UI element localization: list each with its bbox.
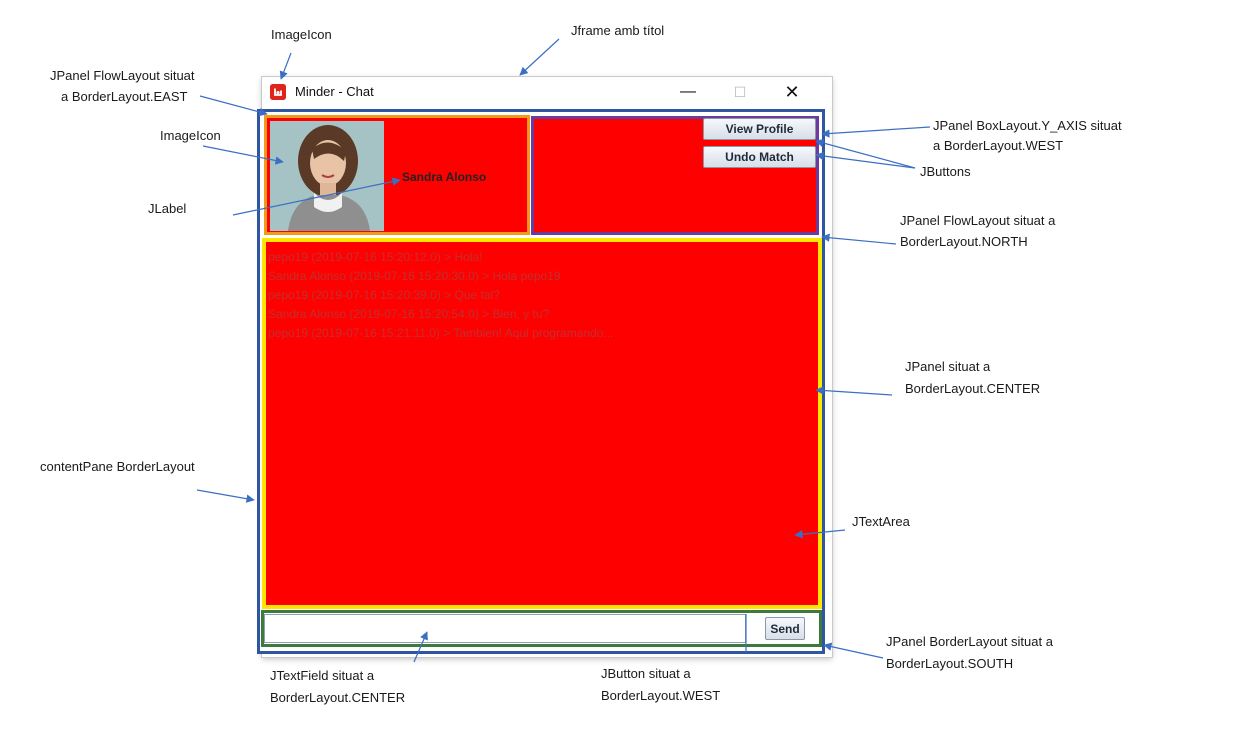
- profile-photo-avatar-icon: [270, 121, 384, 231]
- annotation-jtextarea: JTextArea: [852, 514, 910, 529]
- annotation-jlabel: JLabel: [148, 201, 187, 216]
- message-input[interactable]: [264, 614, 746, 643]
- annotation-contentpane: contentPane BorderLayout: [40, 459, 195, 474]
- annotation-imageicon-top: ImageIcon: [271, 27, 332, 42]
- annotation-imageicon-left: ImageIcon: [160, 128, 221, 143]
- view-profile-button[interactable]: View Profile: [703, 118, 816, 140]
- profile-name-label: Sandra Alonso: [402, 170, 487, 184]
- annotation-border-south-line2: BorderLayout.SOUTH: [886, 656, 1014, 671]
- annotation-box-west-line1: JPanel BoxLayout.Y_AXIS situat: [933, 118, 1122, 133]
- annotation-button-west-line2: BorderLayout.WEST: [601, 688, 721, 703]
- arrow-border-south: [823, 642, 884, 659]
- maximize-button[interactable]: ☐: [718, 77, 762, 107]
- annotation-panel-center-line1: JPanel situat a: [905, 359, 991, 374]
- arrow-flow-north: [821, 233, 897, 245]
- chat-message: Sandra Alonso (2019-07-16 15:20:30.0) > …: [268, 269, 561, 283]
- annotation-panel-center-line2: BorderLayout.CENTER: [905, 381, 1041, 396]
- close-button[interactable]: ✕: [770, 77, 814, 107]
- annotation-flow-east-line2: a BorderLayout.EAST: [61, 89, 188, 104]
- annotation-flow-north-line2: BorderLayout.NORTH: [900, 234, 1028, 249]
- window-title: Minder - Chat: [295, 84, 374, 99]
- minimize-button[interactable]: —: [666, 77, 710, 107]
- annotation-textfield-line2: BorderLayout.CENTER: [270, 690, 406, 705]
- send-button[interactable]: Send: [765, 617, 805, 640]
- chat-message: pepo19 (2019-07-16 15:20:39.0) > Que tal…: [268, 288, 500, 302]
- chat-message: pepo19 (2019-07-16 15:21:11.0) > Tambien…: [268, 326, 614, 340]
- undo-match-button[interactable]: Undo Match: [703, 146, 816, 168]
- arrow-imageicon-top: [279, 52, 292, 80]
- annotation-box-west-line2: a BorderLayout.WEST: [933, 138, 1064, 153]
- annotation-border-south-line1: JPanel BorderLayout situat a: [886, 634, 1053, 649]
- arrow-box-west: [821, 126, 931, 138]
- arrow-jframe: [519, 38, 560, 76]
- chat-message: pepo19 (2019-07-16 15:20:12.0) > Hola!: [268, 250, 483, 264]
- minder-app-icon: [270, 84, 286, 100]
- annotation-button-west-line1: JButton situat a: [601, 666, 691, 681]
- annotation-jbuttons: JButtons: [920, 164, 971, 179]
- window-titlebar[interactable]: Minder - Chat — ☐ ✕: [262, 77, 832, 107]
- arrow-contentpane: [196, 489, 255, 503]
- annotation-flow-east-line1: JPanel FlowLayout situat: [50, 68, 195, 83]
- annotation-textfield-line1: JTextField situat a: [270, 668, 375, 683]
- annotation-jframe: Jframe amb títol: [571, 23, 665, 38]
- annotation-flow-north-line1: JPanel FlowLayout situat a: [900, 213, 1056, 228]
- profile-photo: [270, 121, 384, 231]
- chat-message: Sandra Alonso (2019-07-16 15:20:54.0) > …: [268, 307, 550, 321]
